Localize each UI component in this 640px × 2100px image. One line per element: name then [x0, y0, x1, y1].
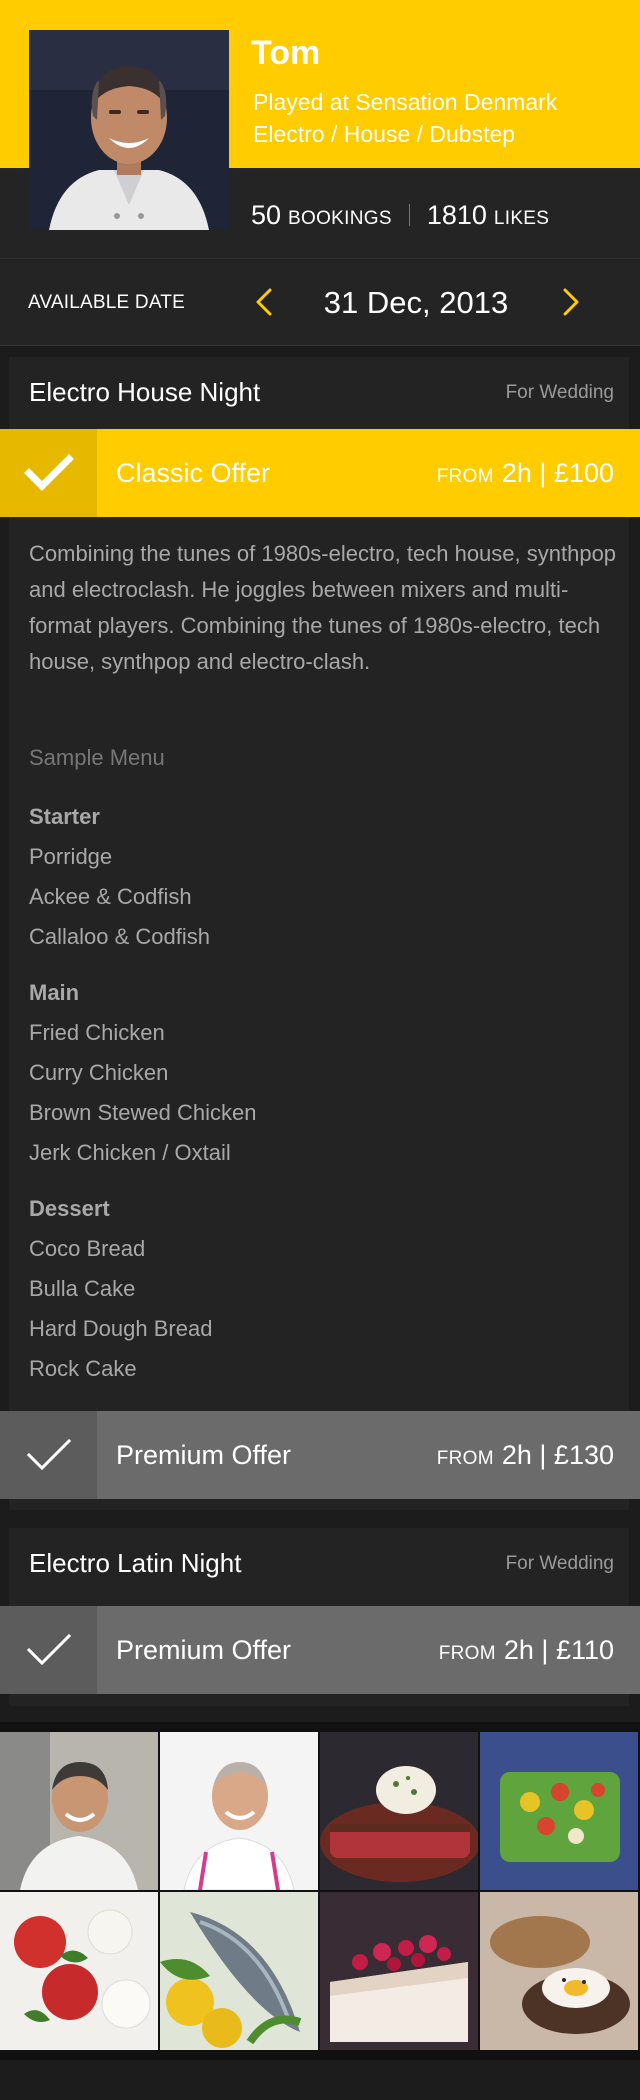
available-date-label: AVAILABLE DATE — [28, 292, 185, 313]
offer-from-label: FROM — [436, 465, 494, 487]
offer-price-value: 2h | £100 — [501, 457, 614, 488]
menu-item: Hard Dough Bread — [29, 1316, 213, 1341]
check-icon — [0, 1606, 97, 1694]
gallery-photo-chef[interactable] — [160, 1732, 318, 1890]
gallery-photo-chef[interactable] — [0, 1732, 158, 1890]
menu-section-title: Main — [29, 980, 80, 1005]
event-description: Combining the tunes of 1980s-electro, te… — [29, 541, 617, 674]
offer-premium[interactable]: Premium Offer FROM 2h | £130 — [0, 1411, 640, 1499]
bookings-label: BOOKINGS — [288, 208, 392, 229]
gallery-photo-burger[interactable] — [480, 1892, 638, 2050]
offer-price-value: 2h | £110 — [503, 1634, 614, 1665]
event-tag: For Wedding — [505, 382, 614, 403]
sample-menu-title: Sample Menu — [29, 745, 165, 770]
date-selector: AVAILABLE DATE 31 Dec, 2013 — [0, 260, 640, 346]
menu-item: Jerk Chicken / Oxtail — [29, 1140, 231, 1165]
avatar[interactable] — [29, 30, 229, 230]
menu-item: Coco Bread — [29, 1236, 146, 1261]
chevron-right-icon[interactable] — [550, 282, 590, 322]
menu-item: Bulla Cake — [29, 1276, 136, 1301]
offer-price: FROM 2h | £130 — [437, 1440, 614, 1471]
menu-item: Callaloo & Codfish — [29, 924, 210, 949]
profile-name: Tom — [251, 34, 321, 72]
offer-price: FROM 2h | £110 — [439, 1635, 614, 1666]
offer-label: Classic Offer — [116, 457, 271, 488]
check-icon — [0, 429, 97, 517]
offer-price-value: 2h | £130 — [501, 1439, 614, 1470]
event-title: Electro Latin Night — [29, 1548, 242, 1578]
chevron-left-icon[interactable] — [245, 282, 285, 322]
likes-label: LIKES — [493, 208, 550, 229]
bookings-count: 50 — [251, 200, 282, 230]
event-card: Electro House Night For Wedding Classic … — [0, 357, 640, 1510]
offer-from-label: FROM — [436, 1447, 494, 1469]
gallery-photo-caprese[interactable] — [0, 1892, 158, 2050]
photo-gallery — [0, 1722, 640, 2060]
gallery-photo-salad[interactable] — [480, 1732, 638, 1890]
offer-from-label: FROM — [438, 1642, 496, 1664]
footer-bar — [0, 2060, 640, 2100]
sample-menu: Starter Porridge Ackee & Codfish Callalo… — [29, 797, 609, 1389]
gallery-photo-steak[interactable] — [320, 1732, 478, 1890]
profile-played-at: Played at Sensation Denmark — [253, 89, 558, 115]
event-card: Electro Latin Night For Wedding Premium … — [0, 1528, 640, 1706]
gallery-photo-fish[interactable] — [160, 1892, 318, 2050]
stats-divider — [408, 204, 410, 226]
profile-genres: Electro / House / Dubstep — [253, 121, 516, 147]
menu-item: Rock Cake — [29, 1356, 137, 1381]
offer-premium[interactable]: Premium Offer FROM 2h | £110 — [0, 1606, 640, 1694]
offer-classic[interactable]: Classic Offer FROM 2h | £100 — [0, 429, 640, 517]
menu-item: Brown Stewed Chicken — [29, 1100, 257, 1125]
gallery-photo-cake[interactable] — [320, 1892, 478, 2050]
menu-item: Curry Chicken — [29, 1060, 169, 1085]
offer-price: FROM 2h | £100 — [437, 458, 614, 489]
menu-item: Fried Chicken — [29, 1020, 165, 1045]
selected-date: 31 Dec, 2013 — [323, 285, 509, 320]
offer-label: Premium Offer — [116, 1439, 292, 1470]
check-icon — [0, 1411, 97, 1499]
event-title: Electro House Night — [29, 377, 261, 407]
event-tag: For Wedding — [505, 1553, 614, 1574]
menu-item: Porridge — [29, 844, 113, 869]
offer-label: Premium Offer — [116, 1634, 292, 1665]
profile-stats: 50 BOOKINGS 1810 LIKES — [251, 200, 549, 231]
likes-count: 1810 — [426, 200, 487, 230]
menu-section-title: Dessert — [29, 1196, 110, 1221]
menu-item: Ackee & Codfish — [29, 884, 192, 909]
menu-section-title: Starter — [29, 804, 100, 829]
